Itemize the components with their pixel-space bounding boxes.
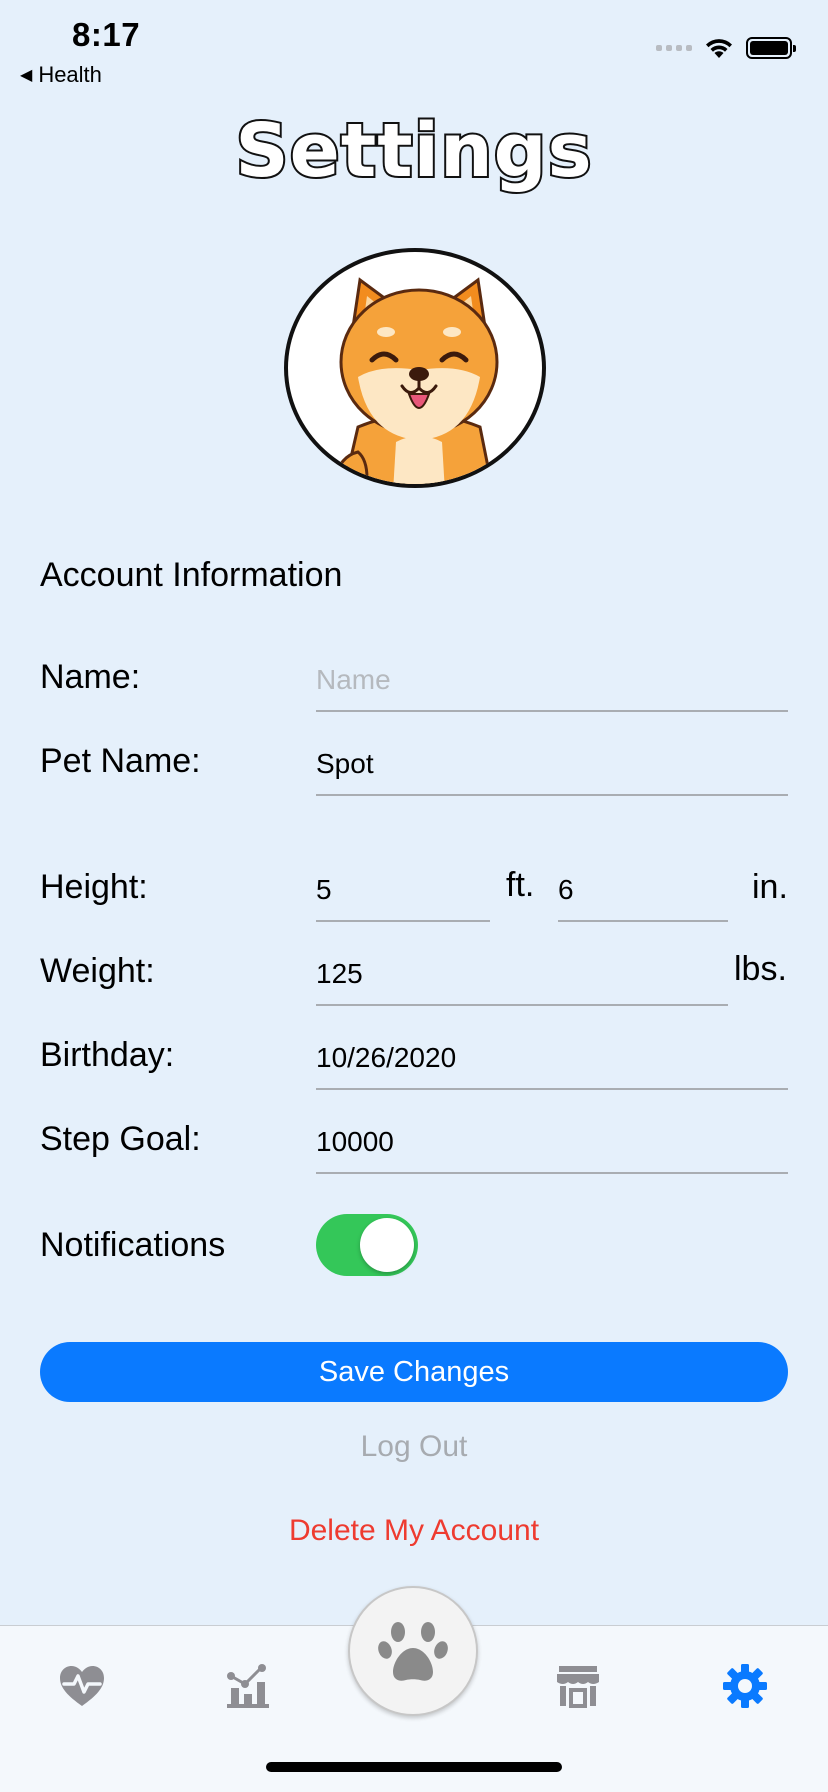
notifications-label: Notifications [40, 1226, 226, 1264]
weight-field[interactable]: 125 [316, 934, 728, 1006]
heart-pulse-icon [60, 1666, 104, 1706]
step-goal-field[interactable]: 10000 [316, 1102, 788, 1174]
status-time: 8:17 [72, 16, 141, 53]
tab-store[interactable] [543, 1656, 613, 1716]
weight-unit: lbs. [734, 950, 787, 988]
birthday-field[interactable]: 10/26/2020 [316, 1018, 788, 1090]
height-inches-value: 6 [558, 874, 574, 905]
back-triangle-icon: ◀ [20, 67, 33, 84]
name-label: Name: [40, 658, 141, 696]
tab-health[interactable] [47, 1656, 117, 1716]
weight-value: 125 [316, 958, 363, 989]
pet-name-label: Pet Name: [40, 742, 201, 780]
height-feet-field[interactable]: 5 [316, 850, 490, 922]
log-out-button[interactable]: Log Out [0, 1430, 828, 1464]
paw-icon [378, 1622, 448, 1681]
back-label: Health [38, 62, 102, 87]
section-title: Account Information [40, 556, 343, 594]
pet-name-value: Spot [316, 748, 374, 779]
feet-unit: ft. [506, 866, 535, 904]
delete-account-button[interactable]: Delete My Account [0, 1514, 828, 1548]
height-feet-value: 5 [316, 874, 332, 905]
pet-home-button[interactable] [348, 1586, 478, 1716]
name-placeholder: Name [316, 664, 391, 695]
save-changes-button[interactable]: Save Changes [40, 1342, 788, 1402]
pet-avatar[interactable] [284, 248, 546, 488]
back-to-health-link[interactable]: ◀ Health [20, 62, 102, 88]
stats-chart-icon [227, 1664, 269, 1708]
inches-unit: in. [752, 868, 788, 906]
height-inches-field[interactable]: 6 [558, 850, 728, 922]
step-goal-label: Step Goal: [40, 1120, 201, 1158]
signal-icon [656, 45, 692, 51]
store-icon [557, 1666, 599, 1708]
gear-icon [723, 1664, 767, 1708]
wifi-icon [706, 39, 732, 58]
page-title: Settings [233, 106, 593, 196]
step-goal-value: 10000 [316, 1126, 394, 1157]
weight-label: Weight: [40, 952, 155, 990]
birthday-value: 10/26/2020 [316, 1042, 457, 1073]
tab-settings[interactable] [710, 1656, 780, 1716]
pet-name-field[interactable]: Spot [316, 724, 788, 796]
name-field[interactable]: Name [316, 640, 788, 712]
notifications-toggle[interactable] [316, 1214, 418, 1276]
height-label: Height: [40, 868, 148, 906]
home-indicator [266, 1762, 562, 1772]
birthday-label: Birthday: [40, 1036, 175, 1074]
toggle-knob [360, 1218, 414, 1272]
shiba-dog-illustration [331, 277, 499, 484]
status-icons [656, 36, 796, 60]
tab-stats[interactable] [213, 1656, 283, 1716]
battery-icon [746, 37, 796, 59]
